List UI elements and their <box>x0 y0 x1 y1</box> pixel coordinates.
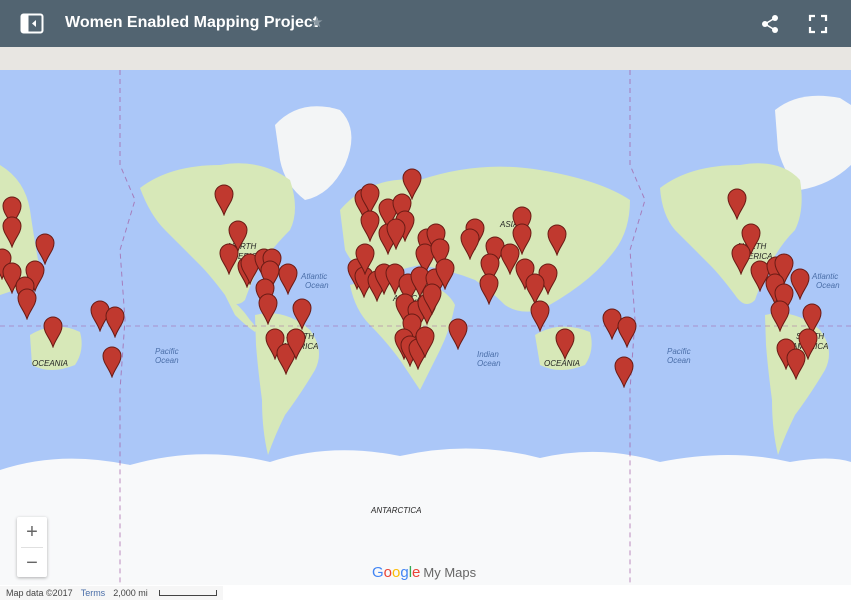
scale-bar <box>158 590 217 596</box>
sidebar-toggle-icon[interactable] <box>20 13 44 34</box>
map-pin-icon[interactable] <box>770 300 790 332</box>
map-pin-icon[interactable] <box>798 328 818 360</box>
map-pin-icon[interactable] <box>355 243 375 275</box>
google-my-maps-logo: Google My Maps <box>372 564 476 581</box>
map-pin-icon[interactable] <box>617 316 637 348</box>
logo-letter: o <box>383 564 393 581</box>
share-icon[interactable] <box>760 14 780 34</box>
map-title: Women Enabled Mapping Project <box>65 14 319 31</box>
logo-letter: e <box>412 564 421 581</box>
map-pin-icon[interactable] <box>43 316 63 348</box>
fullscreen-icon[interactable] <box>808 14 828 34</box>
map-pin-icon[interactable] <box>727 188 747 220</box>
zoom-control: + − <box>17 517 47 577</box>
map-pin-icon[interactable] <box>790 268 810 300</box>
map-pin-icon[interactable] <box>731 243 751 275</box>
map-pin-icon[interactable] <box>460 228 480 260</box>
map-pin-icon[interactable] <box>415 326 435 358</box>
map-pin-icon[interactable] <box>448 318 468 350</box>
zoom-out-button[interactable]: − <box>17 548 47 578</box>
map-pin-icon[interactable] <box>278 263 298 295</box>
map-pin-icon[interactable] <box>555 328 575 360</box>
map-pin-icon[interactable] <box>614 356 634 388</box>
map-pin-icon[interactable] <box>512 223 532 255</box>
map-pin-icon[interactable] <box>17 288 37 320</box>
map-pin-icon[interactable] <box>105 306 125 338</box>
attribution-bar: Map data ©2017 Terms 2,000 mi <box>0 586 223 600</box>
map-header: Women Enabled Mapping Project ★ <box>0 0 851 47</box>
terms-link[interactable]: Terms <box>81 588 106 598</box>
map-pin-icon[interactable] <box>422 283 442 315</box>
logo-letter: G <box>372 564 384 581</box>
map-pin-icon[interactable] <box>292 298 312 330</box>
map-pin-icon[interactable] <box>102 346 122 378</box>
map-pin-icon[interactable] <box>219 243 239 275</box>
map-pin-icon[interactable] <box>386 218 406 250</box>
map-data-credit: Map data ©2017 <box>6 588 73 598</box>
map-pin-icon[interactable] <box>2 216 22 248</box>
zoom-in-button[interactable]: + <box>17 517 47 547</box>
scale-label: 2,000 mi <box>113 588 148 598</box>
star-icon[interactable]: ★ <box>310 15 323 31</box>
map-pin-icon[interactable] <box>479 273 499 305</box>
map-canvas[interactable]: NORTH AMERICA Atlantic Ocean SOUTH AMERI… <box>0 70 851 585</box>
map-pin-icon[interactable] <box>530 300 550 332</box>
map-pin-icon[interactable] <box>258 293 278 325</box>
logo-letter: g <box>400 564 409 581</box>
marker-layer <box>0 70 851 585</box>
map-pin-icon[interactable] <box>286 328 306 360</box>
map-pin-icon[interactable] <box>547 224 567 256</box>
my-maps-label: My Maps <box>423 565 477 580</box>
map-pin-icon[interactable] <box>360 210 380 242</box>
map-top-band <box>0 47 851 70</box>
map-pin-icon[interactable] <box>214 184 234 216</box>
